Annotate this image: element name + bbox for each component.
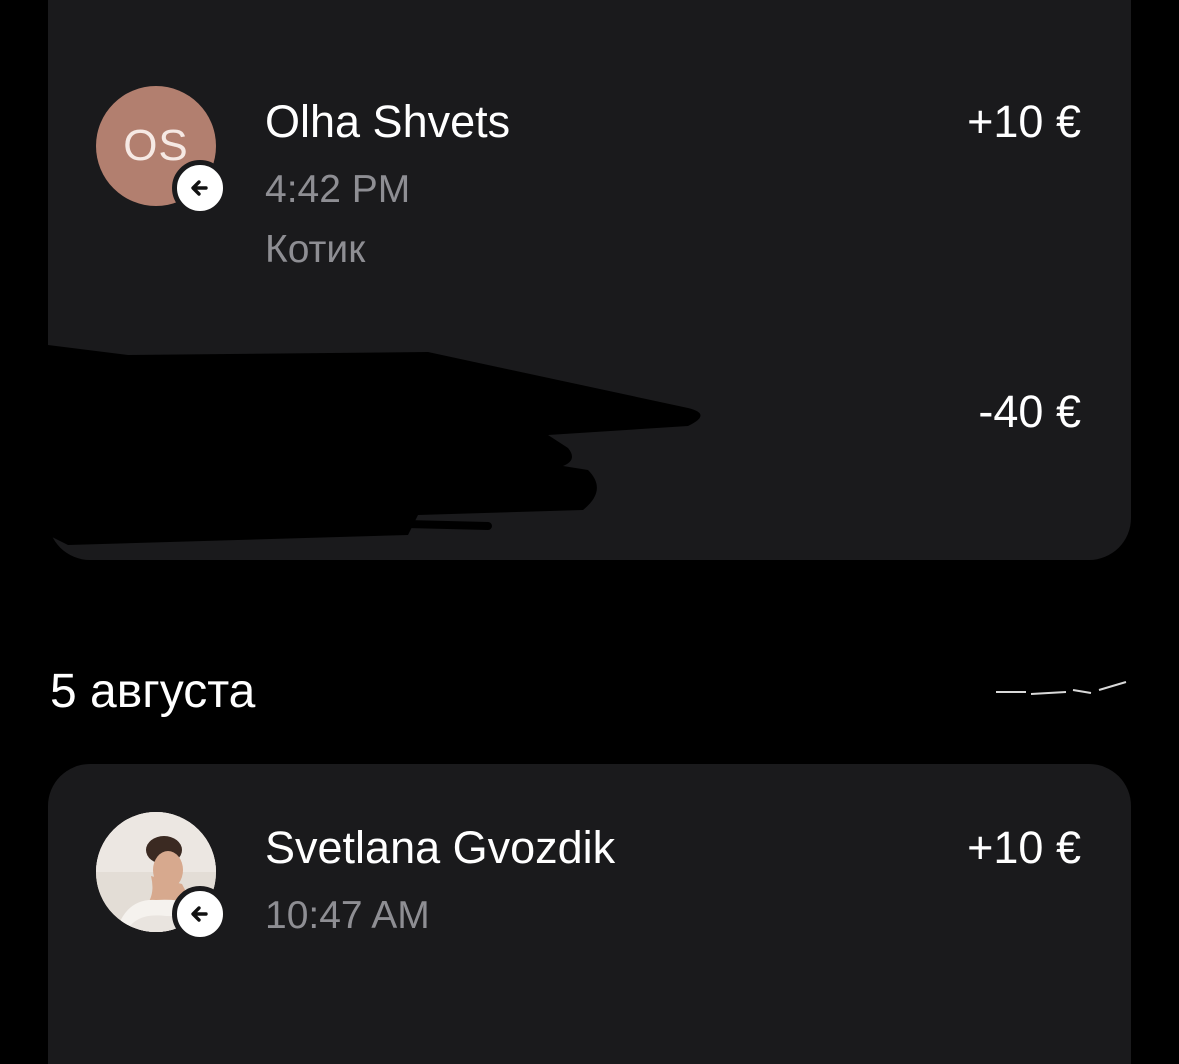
- transaction-name: Svetlana Gvozdik: [265, 822, 616, 873]
- transaction-time: 10:47 AM: [265, 894, 430, 937]
- incoming-badge: [172, 886, 228, 942]
- arrow-left-icon: [186, 900, 214, 928]
- transaction-amount: +10 €: [967, 96, 1081, 147]
- transaction-note: Котик: [265, 228, 366, 271]
- redaction-scribble: [48, 345, 701, 545]
- arrow-left-icon: [186, 174, 214, 202]
- incoming-badge: [172, 160, 228, 216]
- transaction-amount: -40 €: [978, 386, 1081, 437]
- transaction-time: 4:42 PM: [265, 168, 411, 211]
- redaction-scribble-small: [996, 681, 1127, 695]
- transaction-amount: +10 €: [967, 822, 1081, 873]
- date-section-heading: 5 августа: [50, 665, 256, 718]
- avatar-initials: OS: [123, 121, 189, 170]
- transactions-card: Svetlana Gvozdik 10:47 AM +10 €: [48, 764, 1131, 1064]
- transaction-name: Olha Shvets: [265, 96, 511, 147]
